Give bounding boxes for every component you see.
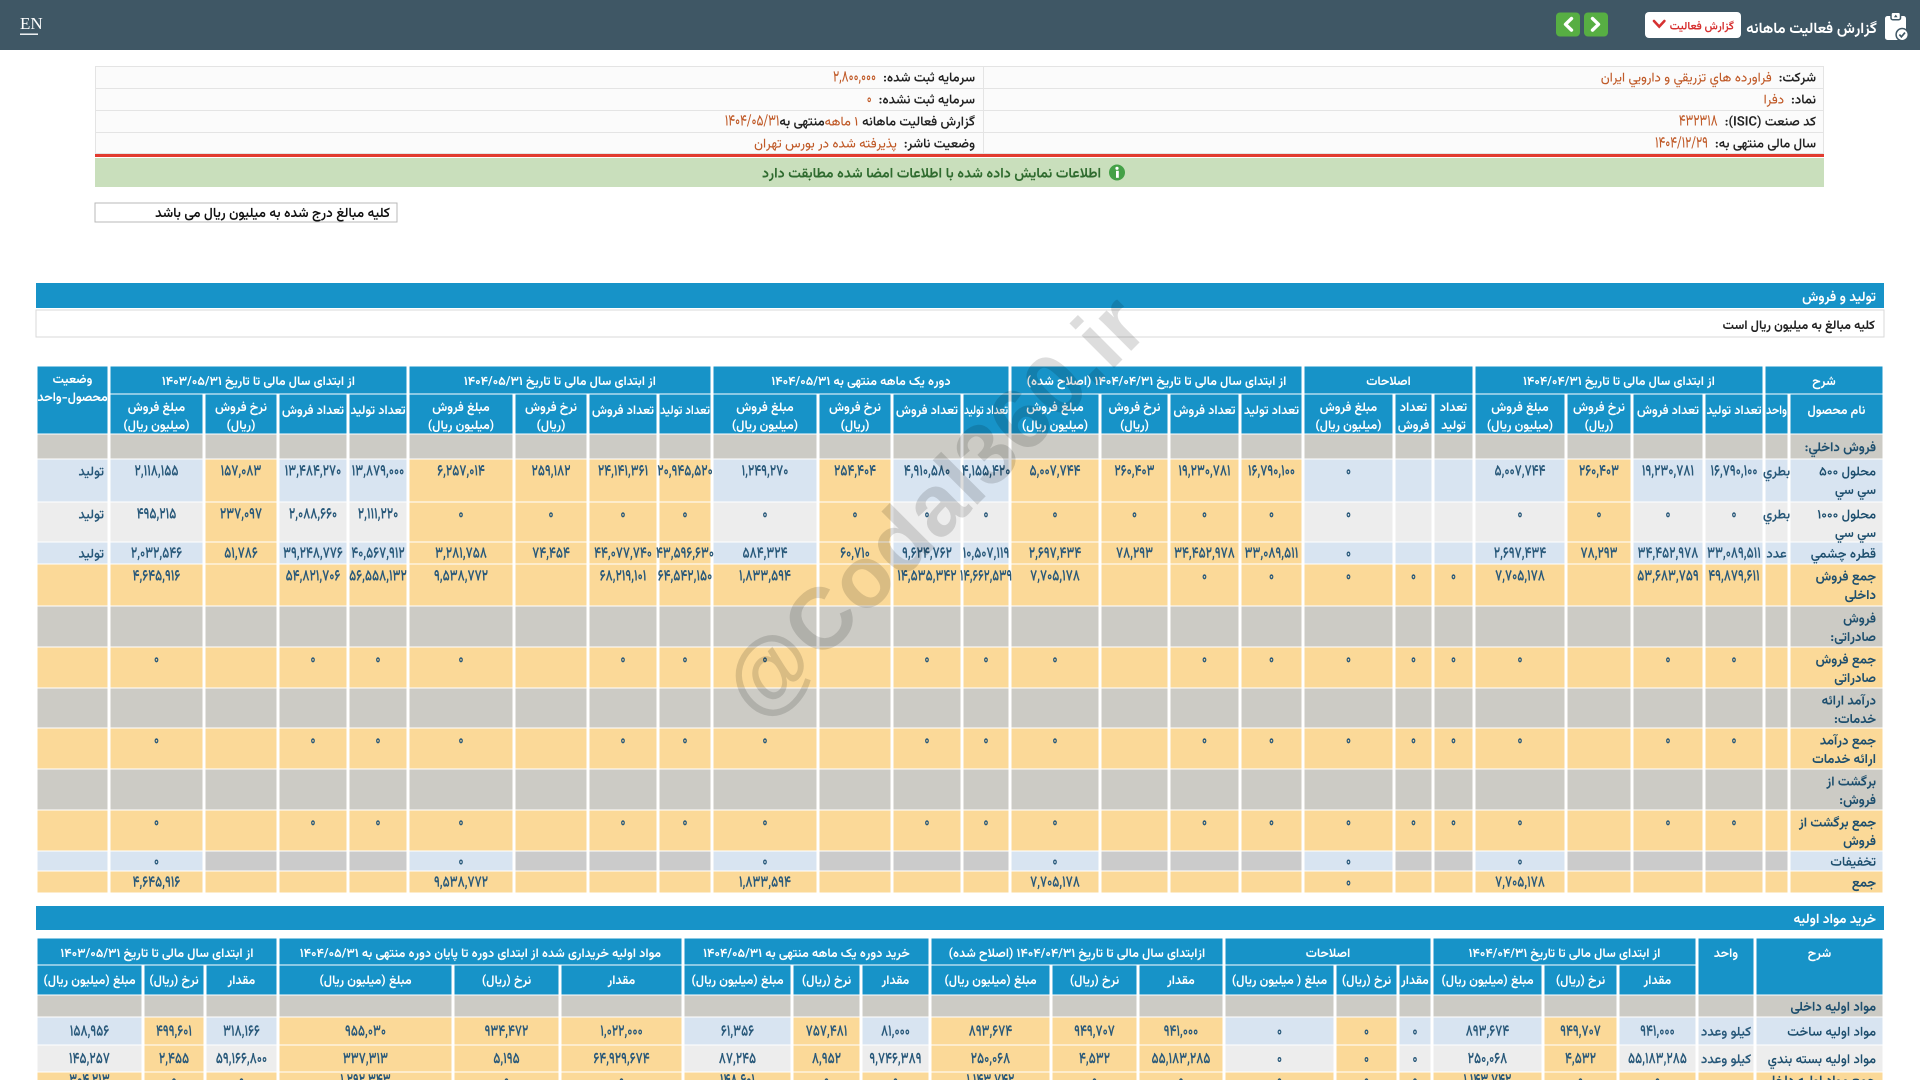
svg-text:EN: EN <box>20 14 43 33</box>
